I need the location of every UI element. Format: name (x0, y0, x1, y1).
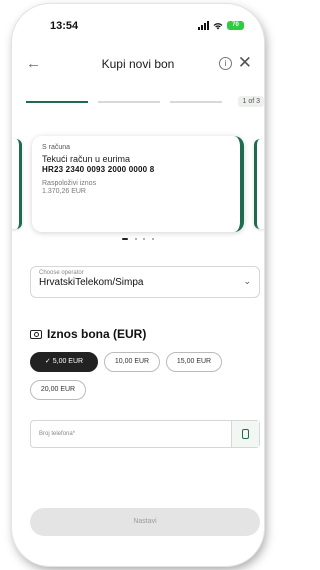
signal-icon (198, 21, 209, 30)
amount-option-label: 15,00 EUR (176, 358, 212, 365)
amount-option-label: 20,00 EUR (40, 386, 76, 393)
amount-option-label: 10,00 EUR (114, 358, 150, 365)
battery-icon: 70 (227, 21, 244, 30)
amount-option-20[interactable]: 20,00 EUR (30, 380, 86, 400)
carousel-indicator (12, 230, 264, 248)
continue-button[interactable]: Nastavi (30, 508, 260, 536)
header: ← Kupi novi bon i ✕ (12, 53, 264, 78)
status-icons: 70 (198, 21, 244, 30)
amount-option-10[interactable]: 10,00 EUR (104, 352, 160, 372)
carousel-dot[interactable] (143, 237, 146, 240)
chevron-down-icon: ⌄ (243, 276, 251, 286)
amount-section-title: Iznos bona (EUR) (47, 327, 147, 341)
operator-select[interactable]: Choose operator HrvatskiTelekom/Simpa ⌄ (30, 266, 260, 298)
available-value: 1.370,26 EUR (42, 188, 86, 195)
carousel-dot[interactable] (134, 237, 137, 240)
screen: 13:54 70 ← Kupi novi bon i ✕ 1 of 3 S ra… (0, 0, 266, 570)
wifi-icon (213, 22, 223, 29)
amount-option-5[interactable]: ✓ 5,00 EUR (30, 352, 98, 372)
progress-segment-3 (170, 101, 222, 103)
operator-value: HrvatskiTelekom/Simpa (39, 277, 144, 288)
account-name: Tekući račun u eurima (42, 154, 131, 164)
from-label: S računa (42, 144, 71, 151)
progress-segment-1 (26, 101, 88, 103)
carousel-dot[interactable] (151, 237, 154, 240)
amount-option-15[interactable]: 15,00 EUR (166, 352, 222, 372)
phone-number-input[interactable]: Broj telefona* (30, 420, 260, 448)
close-icon[interactable]: ✕ (238, 53, 252, 73)
carousel-dot[interactable] (122, 237, 129, 240)
cash-icon (30, 329, 42, 339)
account-iban: HR23 2340 0093 2000 0000 8 (42, 165, 155, 174)
status-time: 13:54 (50, 20, 79, 32)
step-badge: 1 of 3 (238, 96, 264, 107)
info-icon[interactable]: i (219, 57, 232, 70)
account-card-prev[interactable] (12, 139, 22, 229)
phone-contact-icon (242, 429, 249, 439)
available-label: Raspoloživi iznos (42, 180, 97, 187)
operator-label: Choose operator (39, 270, 84, 276)
phone-placeholder: Broj telefona* (39, 431, 76, 437)
check-icon: ✓ (44, 358, 51, 365)
progress-segment-2 (98, 101, 160, 103)
contact-picker-button[interactable] (231, 421, 259, 447)
status-bar: 13:54 70 (12, 20, 264, 36)
account-card[interactable]: S računa Tekući račun u eurima HR23 2340… (32, 136, 244, 232)
amount-section-header: Iznos bona (EUR) (30, 326, 146, 342)
phone-frame: 13:54 70 ← Kupi novi bon i ✕ 1 of 3 S ra… (12, 4, 264, 566)
account-card-next[interactable] (254, 139, 264, 229)
amount-option-label: 5,00 EUR (52, 358, 84, 365)
step-progress: 1 of 3 (26, 96, 264, 108)
